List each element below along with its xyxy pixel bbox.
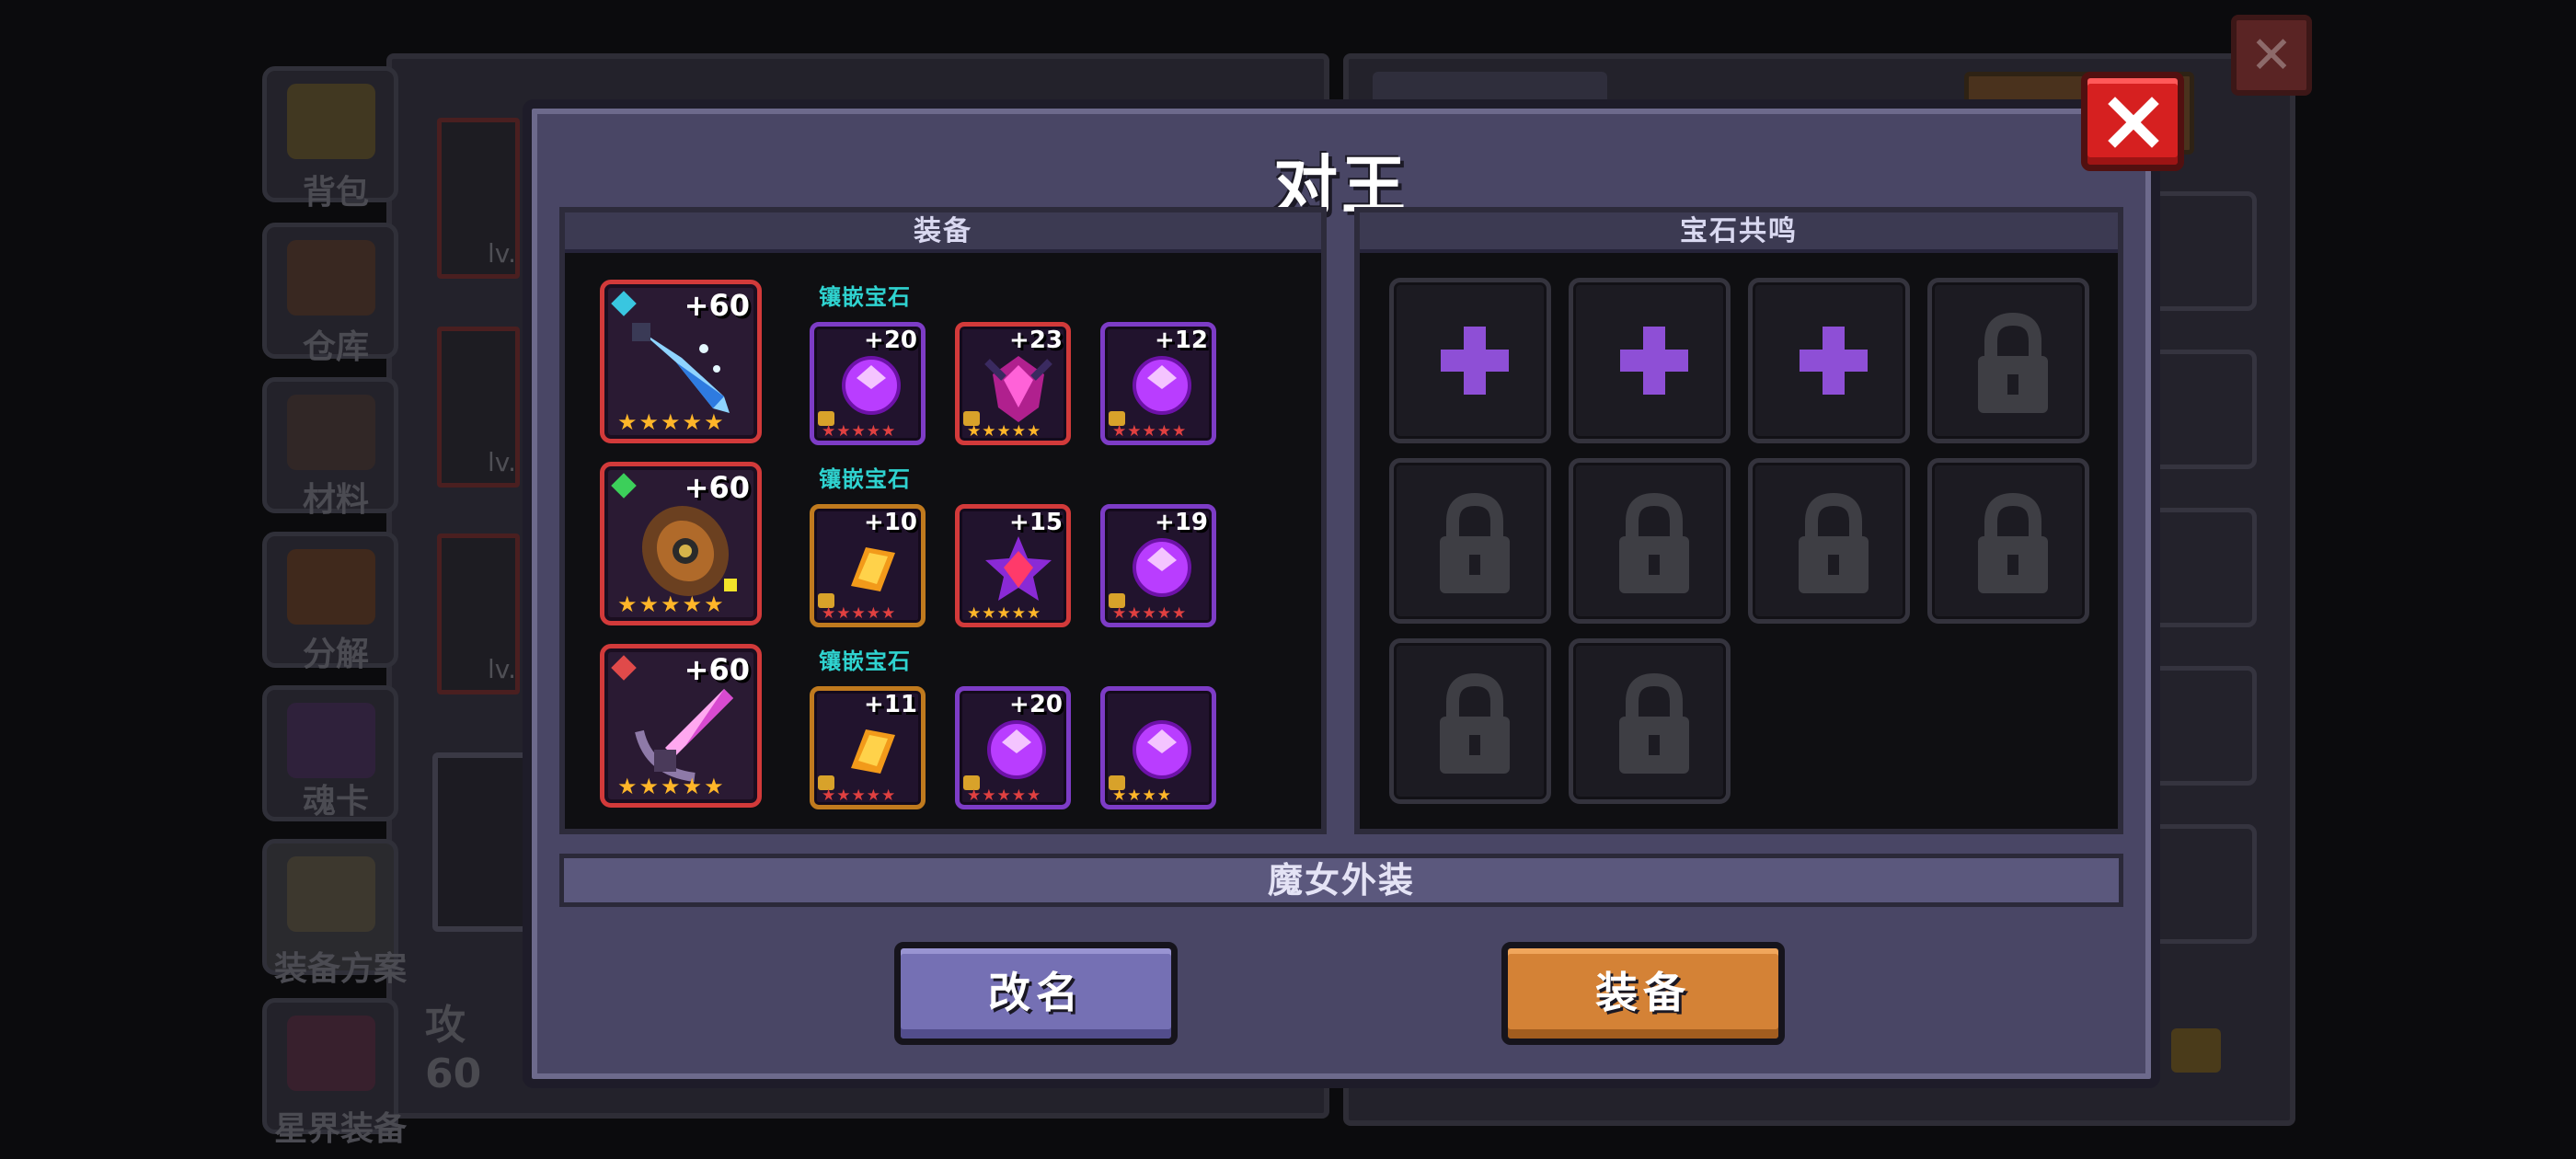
bg-lock-icon	[2171, 1028, 2221, 1073]
warehouse-icon	[287, 240, 375, 316]
astral-gear-icon	[287, 1016, 375, 1091]
padlock-icon	[1440, 672, 1510, 774]
bg-equipment-card: lv.	[437, 118, 520, 279]
resonance-slot-add[interactable]	[1748, 278, 1910, 443]
gem-resonance-header: 宝石共鸣	[1360, 212, 2118, 253]
resonance-slot-locked	[1927, 278, 2089, 443]
inlaid-gem-slot[interactable]: +15 ★★★★★	[955, 504, 1071, 627]
sidebar-label: 背包	[302, 174, 369, 212]
inlaid-gem-slot[interactable]: +20 ★★★★★	[810, 322, 926, 445]
inlay-gem-label: 镶嵌宝石	[819, 648, 911, 674]
bg-equipment-card-large	[432, 752, 534, 932]
equipment-section-header: 装备	[565, 212, 1321, 253]
equip-plan-icon	[287, 856, 375, 932]
resonance-slot-locked	[1389, 458, 1551, 624]
purple-gem-icon	[1133, 720, 1191, 779]
outfit-name-bar[interactable]: 魔女外装	[559, 854, 2123, 907]
sidebar-label: 分解	[302, 636, 369, 673]
resonance-slot-locked	[1748, 458, 1910, 624]
bronze-shield-icon	[641, 505, 737, 597]
materials-icon	[287, 395, 375, 470]
padlock-icon	[1799, 492, 1869, 593]
sidebar-label: 装备方案	[273, 950, 407, 988]
purple-gem-icon	[987, 720, 1046, 779]
chest-icon	[287, 84, 375, 159]
resonance-slot-locked	[1569, 638, 1731, 804]
close-x-icon	[2108, 97, 2159, 148]
padlock-icon	[1440, 492, 1510, 593]
inlaid-gem-slot[interactable]: +10 ★★★★★	[810, 504, 926, 627]
inlaid-gem-slot[interactable]: +20 ★★★★★	[955, 686, 1071, 809]
padlock-icon	[1978, 312, 2048, 413]
inlaid-gem-slot[interactable]: +19 ★★★★★	[1100, 504, 1216, 627]
bg-close-icon: ✕	[2231, 15, 2312, 96]
sidebar-label: 仓库	[302, 328, 369, 366]
inlaid-gem-slot[interactable]: ★★★★	[1100, 686, 1216, 809]
plus-icon	[1800, 327, 1868, 395]
inlaid-gem-slot[interactable]: +12 ★★★★★	[1100, 322, 1216, 445]
weapon-card-3[interactable]: +60 ★★★★★	[600, 644, 762, 808]
plus-icon	[1620, 327, 1688, 395]
crimson-crystal-icon	[984, 356, 1052, 422]
amber-scroll-icon	[851, 729, 895, 774]
pink-blade-icon	[635, 689, 733, 782]
sidebar-label: 魂卡	[302, 783, 369, 820]
ruby-star-icon	[985, 536, 1052, 601]
inlaid-gem-slot[interactable]: +11 ★★★★★	[810, 686, 926, 809]
frost-dagger-icon	[632, 323, 730, 413]
resonance-slot-locked	[1927, 458, 2089, 624]
plus-icon	[1441, 327, 1509, 395]
purple-gem-icon	[1133, 356, 1191, 415]
weapon-card-2[interactable]: +60 ★★★★★	[600, 462, 762, 625]
weapon-card-1[interactable]: +60 ★★★★★	[600, 280, 762, 443]
rename-button[interactable]: 改名	[894, 942, 1178, 1045]
inlay-gem-label: 镶嵌宝石	[819, 466, 911, 492]
sidebar-label: 星界装备	[273, 1110, 407, 1148]
resonance-slot-add[interactable]	[1389, 278, 1551, 443]
close-button[interactable]	[2081, 72, 2184, 171]
resonance-slot-locked	[1389, 638, 1551, 804]
padlock-icon	[1978, 492, 2048, 593]
decompose-icon	[287, 549, 375, 625]
inlaid-gem-slot[interactable]: +23 ★★★★★	[955, 322, 1071, 445]
amber-scroll-icon	[851, 547, 895, 591]
bg-equipment-card: lv.	[437, 534, 520, 694]
purple-gem-icon	[1133, 538, 1191, 597]
bg-attack-stat: 攻 60	[425, 1002, 482, 1097]
sidebar-label: 材料	[302, 481, 369, 519]
inlay-gem-label: 镶嵌宝石	[819, 284, 911, 310]
bg-equipment-card: lv.	[437, 327, 520, 488]
purple-gem-icon	[842, 356, 901, 415]
resonance-slot-add[interactable]	[1569, 278, 1731, 443]
soul-card-icon	[287, 703, 375, 778]
padlock-icon	[1619, 492, 1689, 593]
padlock-icon	[1619, 672, 1689, 774]
resonance-slot-locked	[1569, 458, 1731, 624]
equip-button[interactable]: 装备	[1501, 942, 1785, 1045]
